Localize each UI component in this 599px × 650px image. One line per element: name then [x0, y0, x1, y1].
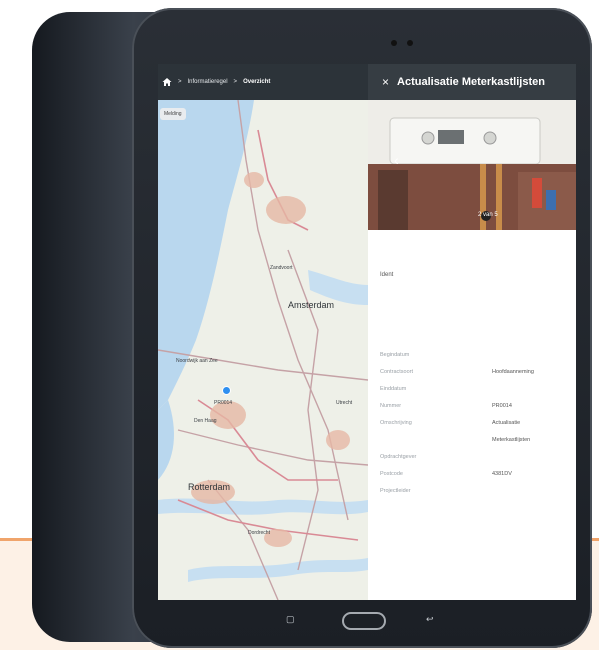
- field-row: Contractsoort Hoofdaanneming: [380, 363, 576, 380]
- tablet-screen: > Informatieregel > Overzicht Melding Za…: [158, 64, 576, 600]
- field-row: Omschrijving Actualisatie: [380, 414, 576, 431]
- home-icon[interactable]: [162, 77, 172, 87]
- breadcrumb-separator-icon: >: [233, 79, 238, 85]
- photo-counter: 2 van 5: [478, 212, 498, 218]
- home-button[interactable]: [342, 612, 386, 630]
- detail-panel: × Actualisatie Meterkastlijsten ‹ 2 van …: [368, 64, 576, 600]
- field-row: Einddatum: [380, 380, 576, 397]
- field-value: Meterkastlijsten: [492, 436, 531, 443]
- map-label-noordwijk: Noordwijk aan Zee: [176, 358, 218, 364]
- map-label-dordrecht: Dordrecht: [248, 530, 270, 536]
- chevron-left-icon[interactable]: ‹: [394, 152, 399, 168]
- location-marker[interactable]: [222, 386, 231, 395]
- breadcrumb-separator-icon: >: [178, 79, 182, 85]
- map-label-pr0014: PR0014: [214, 400, 233, 406]
- field-row: Begindatum: [380, 346, 576, 363]
- panel-title: Actualisatie Meterkastlijsten: [397, 76, 545, 88]
- melding-badge[interactable]: Melding: [160, 108, 186, 120]
- breadcrumb-item-informatieregel[interactable]: Informatieregel: [188, 79, 228, 85]
- map-label-rotterdam: Rotterdam: [188, 482, 231, 492]
- panel-header: × Actualisatie Meterkastlijsten: [368, 64, 576, 100]
- back-icon[interactable]: ↩: [426, 614, 434, 625]
- photo-carousel[interactable]: ‹ 2 van 5: [368, 100, 576, 230]
- front-camera: [391, 40, 397, 46]
- field-label: Omschrijving: [380, 419, 412, 426]
- field-label: Nummer: [380, 402, 402, 409]
- ident-label: Ident: [380, 272, 394, 278]
- field-value: PR0014: [492, 402, 512, 409]
- map-label-amsterdam: Amsterdam: [288, 300, 335, 310]
- close-icon[interactable]: ×: [382, 75, 389, 89]
- field-value: 4381DV: [492, 470, 512, 477]
- field-label: Projectleider: [380, 487, 411, 494]
- field-row: Postcode 4381DV: [380, 465, 576, 482]
- field-row: Projectleider: [380, 482, 576, 499]
- map-label-utrecht: Utrecht: [336, 400, 353, 406]
- breadcrumb: > Informatieregel > Overzicht: [158, 64, 368, 100]
- map-label-den-haag: Den Haag: [194, 418, 217, 424]
- field-label: Einddatum: [380, 385, 407, 392]
- field-label: Begindatum: [380, 351, 410, 358]
- field-value: Hoofdaanneming: [492, 368, 534, 375]
- map-view[interactable]: Melding Zandvoort Amsterdam Noordwijk aa…: [158, 100, 368, 600]
- field-row: Nummer PR0014: [380, 397, 576, 414]
- field-label: Postcode: [380, 470, 403, 477]
- field-label: Contractsoort: [380, 368, 414, 375]
- boiler-photo: [368, 100, 576, 230]
- field-row: Meterkastlijsten: [380, 431, 576, 448]
- recent-apps-icon[interactable]: ▢: [286, 614, 295, 625]
- field-label: Opdrachtgever: [380, 453, 417, 460]
- map-label-zandvoort: Zandvoort: [270, 265, 293, 271]
- front-sensor: [407, 40, 413, 46]
- field-value: Actualisatie: [492, 419, 521, 426]
- tablet-photo: > Informatieregel > Overzicht Melding Za…: [0, 0, 599, 650]
- detail-fields: Begindatum Contractsoort Hoofdaanneming …: [380, 346, 576, 499]
- breadcrumb-item-overzicht[interactable]: Overzicht: [243, 79, 270, 85]
- field-row: Opdrachtgever: [380, 448, 576, 465]
- map-canvas: [158, 100, 368, 600]
